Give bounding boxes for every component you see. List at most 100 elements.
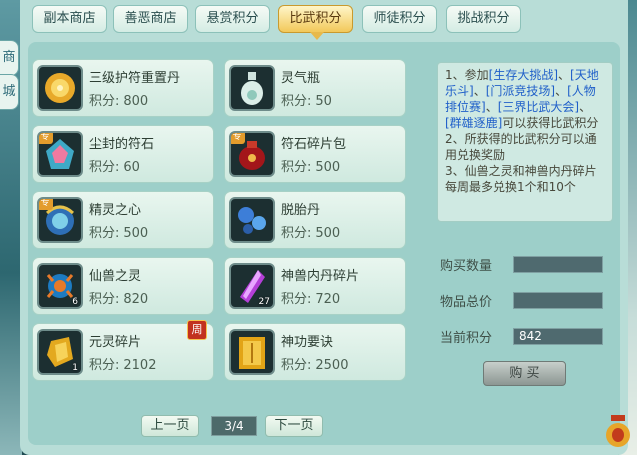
buy-button[interactable]: 购 买 — [483, 361, 566, 386]
price-value: 500 — [123, 226, 149, 241]
price-label: 积分: — [281, 226, 312, 241]
item-card[interactable]: 灵气瓶 积分: 50 — [224, 59, 406, 117]
item-card[interactable]: 专 符石碎片包 积分: 500 — [224, 125, 406, 183]
item-name: 灵气瓶 — [281, 71, 321, 86]
left-tab-label: 城 — [2, 84, 16, 99]
tab-arena-points[interactable]: 比武积分 — [278, 5, 353, 40]
next-page-button[interactable]: 下一页 — [265, 415, 323, 437]
rules-text: 1、参加 — [445, 68, 489, 82]
current-points-label: 当前积分 — [440, 331, 493, 346]
tab-karma-shop[interactable]: 善恶商店 — [113, 5, 188, 33]
price-value: 820 — [123, 292, 149, 307]
price-label: 积分: — [89, 358, 120, 373]
item-price: 积分: 60 — [89, 156, 140, 175]
item-quantity: 1 — [72, 363, 78, 373]
price-value: 60 — [123, 160, 140, 175]
price-label: 积分: — [281, 292, 312, 307]
item-name: 元灵碎片 — [89, 335, 142, 350]
total-price-field — [513, 292, 603, 309]
price-value: 2500 — [315, 358, 349, 373]
event-link[interactable]: [三界比武大会] — [498, 100, 579, 114]
item-card[interactable]: 1 周 元灵碎片 积分: 2102 — [32, 320, 214, 381]
event-link[interactable]: [门派竞技场] — [486, 84, 555, 98]
exclusive-badge: 专 — [231, 133, 245, 144]
left-tab-stub[interactable]: 商 — [0, 40, 19, 76]
purple-crystal-icon: 27 — [229, 263, 275, 309]
left-background-strip: 商 城 — [0, 0, 22, 455]
blue-pills-icon — [229, 197, 275, 243]
total-price-label: 物品总价 — [440, 295, 493, 310]
prev-page-button[interactable]: 上一页 — [141, 415, 199, 437]
item-name: 尘封的符石 — [89, 137, 155, 152]
item-price: 积分: 2500 — [281, 354, 348, 373]
rules-text: 3、仙兽之灵和神兽内丹碎片每周最多兑换1个和10个 — [445, 164, 597, 194]
price-label: 积分: — [89, 226, 120, 241]
price-label: 积分: — [89, 160, 120, 175]
tab-mentor-points[interactable]: 师徒积分 — [362, 5, 437, 33]
left-tab-label: 商 — [2, 50, 16, 65]
price-value: 500 — [315, 160, 341, 175]
item-card[interactable]: 27 神兽内丹碎片 积分: 720 — [224, 257, 406, 315]
item-card[interactable]: 6 仙兽之灵 积分: 820 — [32, 257, 214, 315]
price-value: 2102 — [123, 358, 157, 373]
exclusive-badge: 专 — [39, 199, 53, 210]
item-name: 精灵之心 — [89, 203, 142, 218]
rules-sep: 、 — [485, 100, 498, 114]
price-value: 50 — [315, 94, 332, 109]
item-price: 积分: 800 — [89, 90, 148, 109]
rules-sep: 、 — [579, 100, 592, 114]
item-card[interactable]: 三级护符重置丹 积分: 800 — [32, 59, 214, 117]
quantity-input[interactable] — [513, 256, 603, 273]
item-name: 脱胎丹 — [281, 203, 321, 218]
rune-stone-icon: 专 — [37, 131, 83, 177]
quantity-label: 购买数量 — [440, 259, 493, 274]
item-price: 积分: 500 — [89, 222, 148, 241]
page-indicator: 3/4 — [211, 416, 257, 436]
event-link[interactable]: [群雄逐鹿] — [445, 116, 502, 130]
rules-sep: 、 — [473, 84, 486, 98]
rules-sep: 、 — [555, 84, 568, 98]
gold-fragment-icon: 1 — [37, 329, 83, 375]
weekly-limit-badge: 周 — [187, 320, 207, 340]
golden-book-icon — [229, 329, 275, 375]
left-tab-stub[interactable]: 城 — [0, 74, 19, 110]
exclusive-badge: 专 — [39, 133, 53, 144]
rules-text: 2、所获得的比武积分可以通用兑换奖励 — [445, 132, 597, 162]
event-link[interactable]: [生存大挑战] — [489, 68, 558, 82]
price-value: 500 — [315, 226, 341, 241]
rules-sep: 、 — [558, 68, 571, 82]
item-price: 积分: 820 — [89, 288, 148, 307]
red-pouch-icon: 专 — [229, 131, 275, 177]
price-label: 积分: — [281, 94, 312, 109]
item-quantity: 6 — [72, 297, 78, 307]
lantern-icon — [603, 411, 633, 451]
price-value: 800 — [123, 94, 149, 109]
item-price: 积分: 720 — [281, 288, 340, 307]
current-points-field: 842 — [513, 328, 603, 345]
price-label: 积分: — [89, 94, 120, 109]
item-card[interactable]: 专 尘封的符石 积分: 60 — [32, 125, 214, 183]
spirit-heart-icon: 专 — [37, 197, 83, 243]
vase-icon — [229, 65, 275, 111]
item-price: 积分: 50 — [281, 90, 332, 109]
item-name: 仙兽之灵 — [89, 269, 142, 284]
item-card[interactable]: 专 精灵之心 积分: 500 — [32, 191, 214, 249]
item-price: 积分: 500 — [281, 222, 340, 241]
gold-orb-icon — [37, 65, 83, 111]
rules-text: 可以获得比武积分 — [502, 116, 599, 130]
tab-dungeon-shop[interactable]: 副本商店 — [32, 5, 107, 33]
price-value: 720 — [315, 292, 341, 307]
item-price: 积分: 500 — [281, 156, 340, 175]
item-card[interactable]: 脱胎丹 积分: 500 — [224, 191, 406, 249]
item-name: 神兽内丹碎片 — [281, 269, 360, 284]
price-label: 积分: — [281, 160, 312, 175]
tab-challenge-points[interactable]: 挑战积分 — [446, 5, 521, 33]
price-label: 积分: — [281, 358, 312, 373]
beast-spirit-icon: 6 — [37, 263, 83, 309]
item-card[interactable]: 神功要诀 积分: 2500 — [224, 323, 406, 381]
item-name: 神功要诀 — [281, 335, 334, 350]
item-name: 三级护符重置丹 — [89, 71, 181, 86]
tab-bounty-points[interactable]: 悬赏积分 — [195, 5, 270, 33]
item-quantity: 27 — [258, 297, 270, 307]
price-label: 积分: — [89, 292, 120, 307]
